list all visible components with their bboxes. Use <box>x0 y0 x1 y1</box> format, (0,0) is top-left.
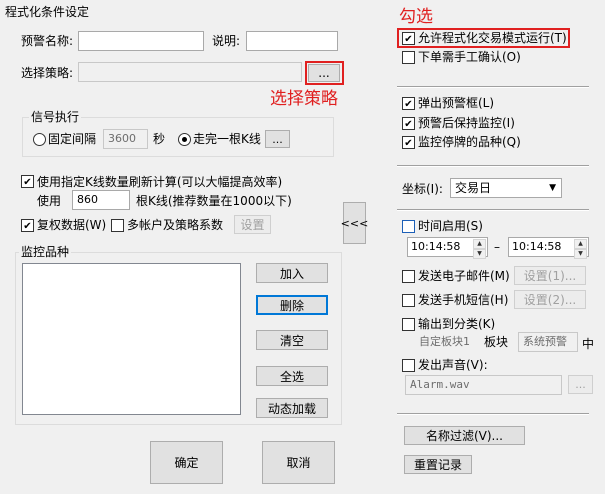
time-end-value: 10:14:58 <box>512 240 562 253</box>
dynamic-load-button[interactable]: 动态加载 <box>256 398 328 418</box>
time-enable-checkbox[interactable] <box>402 220 415 233</box>
allow-program-trade-label: 允许程式化交易模式运行(T) <box>418 31 567 45</box>
interval-input: 3600 <box>103 129 148 149</box>
output-block-name: 自定板块1 <box>419 335 470 348</box>
window-title: 程式化条件设定 <box>5 5 90 19</box>
kline-refresh-checkbox[interactable] <box>21 175 34 188</box>
alert-name-label: 预警名称: <box>21 34 74 48</box>
collapse-button[interactable]: <<< <box>341 202 368 244</box>
kline-count-input[interactable]: 860 <box>72 190 130 210</box>
strategy-label: 选择策略: <box>21 66 74 80</box>
per-bar-radio[interactable] <box>178 133 191 146</box>
keep-monitor-checkbox[interactable] <box>402 117 415 130</box>
kline-hint-label: 根K线(推荐数量在1000以下) <box>136 194 292 208</box>
delete-button[interactable]: 删除 <box>256 295 328 315</box>
chevron-down-icon: ▼ <box>549 183 556 193</box>
send-sms-label: 发送手机短信(H) <box>418 293 509 307</box>
send-email-label: 发送电子邮件(M) <box>418 269 510 283</box>
email-settings-button: 设置(1)... <box>514 266 586 285</box>
block-label: 板块 <box>484 335 509 349</box>
strategy-input <box>78 62 302 82</box>
signal-group-title: 信号执行 <box>29 110 82 124</box>
spinner-arrows[interactable]: ▲ ▼ <box>473 239 486 259</box>
alert-name-input[interactable] <box>78 31 204 51</box>
description-input[interactable] <box>246 31 338 51</box>
output-category-label: 输出到分类(K) <box>418 317 496 331</box>
sound-file-input: Alarm.wav <box>405 375 562 395</box>
kline-refresh-label: 使用指定K线数量刷新计算(可以大幅提高效率) <box>37 175 283 189</box>
play-sound-label: 发出声音(V): <box>418 358 488 372</box>
time-dash: – <box>494 240 500 254</box>
sms-settings-button: 设置(2)... <box>514 290 586 309</box>
time-end-spinner[interactable]: 10:14:58 ▲ ▼ <box>508 237 589 259</box>
popup-alert-label: 弹出预警框(L) <box>418 96 495 110</box>
output-category-checkbox[interactable] <box>402 318 415 331</box>
keep-monitor-label: 预警后保持监控(I) <box>418 116 515 130</box>
reset-record-button[interactable]: 重置记录 <box>404 455 472 474</box>
per-bar-settings-button[interactable]: ... <box>265 130 290 148</box>
sound-browse-button: ... <box>568 375 593 394</box>
monitor-list[interactable] <box>22 263 241 415</box>
fixed-interval-radio[interactable] <box>33 133 46 146</box>
separator <box>397 165 589 167</box>
separator <box>397 209 589 211</box>
play-sound-checkbox[interactable] <box>402 359 415 372</box>
description-label: 说明: <box>212 34 241 48</box>
block-suffix: 中 <box>582 337 595 351</box>
send-email-checkbox[interactable] <box>402 270 415 283</box>
clear-button[interactable]: 清空 <box>256 330 328 350</box>
coord-select-value: 交易日 <box>455 181 492 195</box>
name-filter-button[interactable]: 名称过滤(V)... <box>404 426 525 445</box>
monitor-group-title: 监控品种 <box>19 245 72 259</box>
adjust-data-label: 复权数据(W) <box>37 218 107 232</box>
block-input: 系统预警 <box>518 332 578 352</box>
monitor-suspended-label: 监控停牌的品种(Q) <box>418 135 521 149</box>
separator <box>397 86 589 88</box>
select-strategy-annotation: 选择策略 <box>270 89 338 109</box>
ok-button[interactable]: 确定 <box>150 441 223 484</box>
multi-account-settings-button: 设置 <box>234 215 271 234</box>
cancel-button[interactable]: 取消 <box>262 441 335 484</box>
select-all-button[interactable]: 全选 <box>256 366 328 386</box>
spinner-arrows[interactable]: ▲ ▼ <box>574 239 587 259</box>
time-start-spinner[interactable]: 10:14:58 ▲ ▼ <box>407 237 488 259</box>
separator <box>397 413 589 415</box>
popup-alert-checkbox[interactable] <box>402 97 415 110</box>
tick-annotation: 勾选 <box>399 7 433 27</box>
monitor-suspended-checkbox[interactable] <box>402 136 415 149</box>
multi-account-label: 多帐户及策略系数 <box>127 218 224 232</box>
manual-confirm-checkbox[interactable] <box>402 51 415 64</box>
allow-program-trade-checkbox[interactable] <box>402 32 415 45</box>
manual-confirm-label: 下单需手工确认(O) <box>418 50 521 64</box>
per-bar-label: 走完一根K线 <box>193 132 261 146</box>
time-enable-label: 时间启用(S) <box>418 219 483 233</box>
coord-select[interactable]: 交易日 ▼ <box>450 178 562 198</box>
strategy-highlight-box <box>305 61 344 85</box>
multi-account-checkbox[interactable] <box>111 219 124 232</box>
send-sms-checkbox[interactable] <box>402 294 415 307</box>
time-start-value: 10:14:58 <box>411 240 461 253</box>
adjust-data-checkbox[interactable] <box>21 219 34 232</box>
use-label: 使用 <box>37 194 62 208</box>
seconds-label: 秒 <box>153 132 166 146</box>
add-button[interactable]: 加入 <box>256 263 328 283</box>
coord-label: 坐标(I): <box>402 182 443 196</box>
fixed-interval-label: 固定间隔 <box>48 132 97 146</box>
